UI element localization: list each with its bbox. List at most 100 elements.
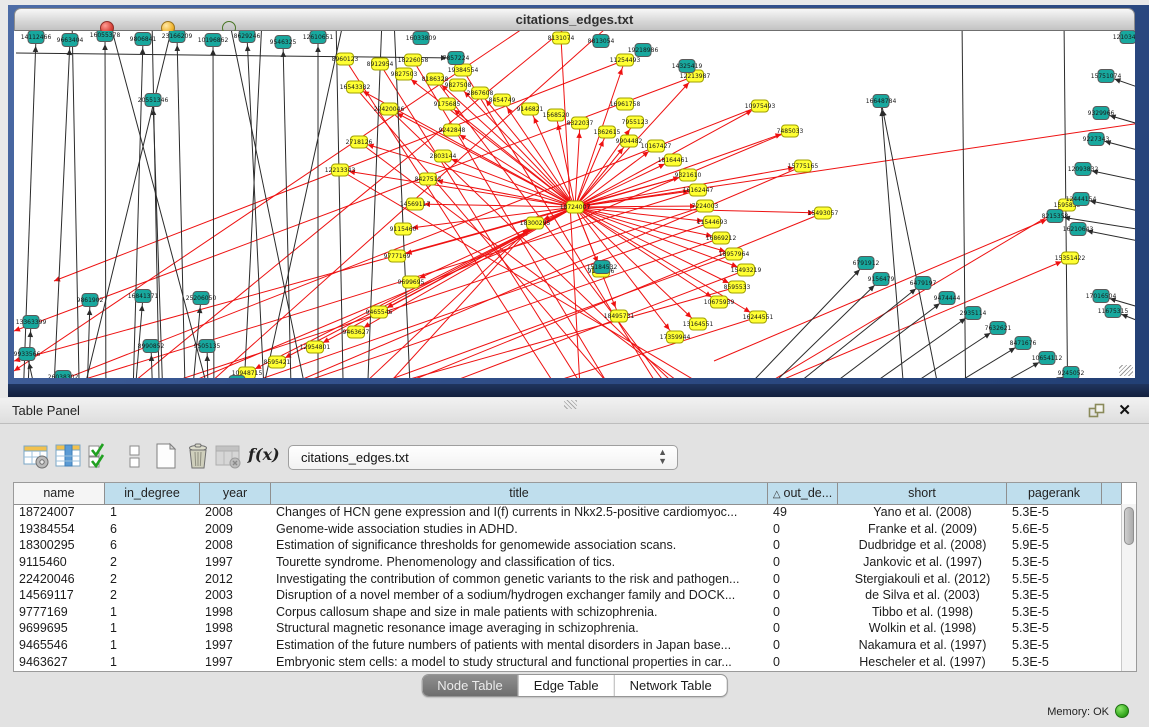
table-cell[interactable]: Nakamura et al. (1997) bbox=[838, 638, 1007, 652]
table-cell[interactable]: 2012 bbox=[200, 572, 271, 586]
new-column-icon[interactable] bbox=[152, 442, 180, 470]
graph-node[interactable]: 9329966 bbox=[1088, 107, 1115, 120]
scrollbar-thumb[interactable] bbox=[1124, 507, 1134, 545]
graph-node[interactable]: 9546325 bbox=[270, 36, 297, 49]
table-cell[interactable]: 9777169 bbox=[14, 605, 105, 619]
graph-node[interactable]: 8813054 bbox=[588, 35, 615, 48]
table-cell[interactable]: 5.9E-5 bbox=[1007, 538, 1102, 552]
function-builder-icon[interactable]: f(x) bbox=[248, 445, 276, 473]
graph-edge[interactable] bbox=[175, 36, 186, 378]
graph-edge[interactable] bbox=[881, 101, 947, 378]
graph-edge[interactable] bbox=[959, 31, 966, 378]
table-cell[interactable]: 1997 bbox=[200, 638, 271, 652]
table-cell[interactable]: Wolkin et al. (1998) bbox=[838, 621, 1007, 635]
graph-edge[interactable] bbox=[690, 263, 866, 378]
column-header-name[interactable]: name bbox=[14, 483, 105, 504]
graph-node[interactable]: 16648784 bbox=[866, 95, 897, 108]
graph-node[interactable]: 8471676 bbox=[1010, 337, 1037, 350]
graph-edge[interactable] bbox=[359, 142, 575, 207]
table-cell[interactable]: 2008 bbox=[200, 505, 271, 519]
close-panel-icon[interactable]: ✕ bbox=[1118, 401, 1131, 419]
network-view-canvas[interactable]: 1872400718300295896012389129541822605898… bbox=[14, 31, 1135, 378]
table-cell[interactable]: 0 bbox=[768, 588, 838, 602]
table-row[interactable]: 1830029562008Estimation of significance … bbox=[14, 537, 1121, 554]
graph-node[interactable]: 10654112 bbox=[1032, 352, 1063, 365]
graph-edge[interactable] bbox=[69, 31, 80, 378]
table-row[interactable]: 911546021997Tourette syndrome. Phenomeno… bbox=[14, 554, 1121, 571]
graph-node[interactable]: 16210643 bbox=[1063, 223, 1094, 236]
graph-node[interactable]: 9242848 bbox=[439, 124, 466, 136]
graph-node[interactable]: 2935114 bbox=[960, 307, 987, 320]
table-cell[interactable]: 2 bbox=[105, 555, 200, 569]
table-cell[interactable]: Structural magnetic resonance image aver… bbox=[271, 621, 768, 635]
graph-node[interactable]: 9115460 bbox=[390, 223, 417, 235]
graph-edge[interactable] bbox=[458, 85, 575, 207]
column-header-pagerank[interactable]: pagerank bbox=[1007, 483, 1102, 504]
table-cell[interactable]: 9699695 bbox=[14, 621, 105, 635]
graph-edge[interactable] bbox=[154, 287, 737, 378]
table-cell[interactable]: 5.3E-5 bbox=[1007, 638, 1102, 652]
column-header-out_de[interactable]: △out_de... bbox=[768, 483, 838, 504]
graph-node[interactable]: 16961758 bbox=[610, 98, 641, 110]
graph-node[interactable]: 12103454 bbox=[1113, 31, 1135, 44]
table-cell[interactable]: 0 bbox=[768, 522, 838, 536]
table-cell[interactable]: Embryonic stem cells: a model to study s… bbox=[271, 655, 768, 669]
delete-columns-icon[interactable] bbox=[184, 442, 212, 470]
table-cell[interactable]: Yano et al. (2008) bbox=[838, 505, 1007, 519]
table-cell[interactable]: 1 bbox=[105, 505, 200, 519]
graph-edge[interactable] bbox=[134, 166, 803, 378]
graph-node[interactable]: 10675939 bbox=[704, 296, 735, 308]
tab-edge-table[interactable]: Edge Table bbox=[518, 675, 614, 696]
table-row[interactable]: 977716911998Corpus callosum shape and si… bbox=[14, 604, 1121, 621]
table-cell[interactable]: 5.3E-5 bbox=[1007, 621, 1102, 635]
table-cell[interactable]: 5.5E-5 bbox=[1007, 572, 1102, 586]
graph-node[interactable]: 2718126 bbox=[346, 136, 373, 148]
graph-node[interactable]: 1362615 bbox=[594, 126, 621, 138]
table-cell[interactable]: Estimation of the future numbers of pati… bbox=[271, 638, 768, 652]
table-cell[interactable]: 9465546 bbox=[14, 638, 105, 652]
table-cell[interactable]: 49 bbox=[768, 505, 838, 519]
graph-edge[interactable] bbox=[277, 207, 575, 362]
split-pane-grip[interactable] bbox=[564, 400, 577, 409]
table-cell[interactable]: 5.3E-5 bbox=[1007, 588, 1102, 602]
graph-node[interactable]: 8629246 bbox=[234, 31, 261, 43]
graph-edge[interactable] bbox=[102, 35, 108, 378]
graph-edge[interactable] bbox=[704, 279, 881, 378]
table-cell[interactable]: 5.3E-5 bbox=[1007, 555, 1102, 569]
table-row[interactable]: 946362711997Embryonic stem cells: a mode… bbox=[14, 653, 1121, 670]
table-cell[interactable]: Changes of HCN gene expression and I(f) … bbox=[271, 505, 768, 519]
table-cell[interactable]: Estimation of significance thresholds fo… bbox=[271, 538, 768, 552]
graph-node[interactable]: 20551346 bbox=[138, 94, 169, 107]
graph-node[interactable]: 6791912 bbox=[853, 257, 880, 270]
table-cell[interactable]: Stergiakouli et al. (2012) bbox=[838, 572, 1007, 586]
graph-node[interactable]: 10196862 bbox=[198, 34, 229, 47]
graph-node[interactable]: 12093832 bbox=[1068, 163, 1099, 176]
table-cell[interactable]: 19384554 bbox=[14, 522, 105, 536]
graph-node[interactable]: 16033809 bbox=[406, 32, 437, 45]
table-cell[interactable]: de Silva et al. (2003) bbox=[838, 588, 1007, 602]
graph-node[interactable]: 9827503 bbox=[391, 68, 418, 80]
table-cell[interactable]: 0 bbox=[768, 638, 838, 652]
table-cell[interactable]: 0 bbox=[768, 572, 838, 586]
table-cell[interactable]: Dudbridge et al. (2008) bbox=[838, 538, 1007, 552]
graph-edge[interactable] bbox=[575, 207, 734, 254]
table-cell[interactable]: 1 bbox=[105, 638, 200, 652]
table-row[interactable]: 1938455462009Genome-wide association stu… bbox=[14, 521, 1121, 538]
graph-node[interactable]: 8131074 bbox=[548, 32, 575, 44]
graph-edge[interactable] bbox=[189, 298, 202, 378]
table-cell[interactable]: 1997 bbox=[200, 555, 271, 569]
graph-node[interactable]: 9663404 bbox=[57, 34, 84, 47]
column-header-year[interactable]: year bbox=[200, 483, 271, 504]
table-cell[interactable]: 1 bbox=[105, 621, 200, 635]
graph-node[interactable]: 9156479 bbox=[868, 273, 895, 286]
table-cell[interactable]: 1998 bbox=[200, 621, 271, 635]
table-cell[interactable]: 2003 bbox=[200, 588, 271, 602]
table-cell[interactable]: 6 bbox=[105, 538, 200, 552]
graph-node[interactable]: 17016504 bbox=[1086, 290, 1117, 303]
graph-node[interactable]: 6479197 bbox=[910, 277, 937, 290]
table-cell[interactable]: Jankovic et al. (1997) bbox=[838, 555, 1007, 569]
show-columns-icon[interactable] bbox=[54, 442, 82, 470]
graph-edge[interactable] bbox=[714, 216, 1055, 361]
table-row[interactable]: 2242004622012Investigating the contribut… bbox=[14, 570, 1121, 587]
table-cell[interactable]: 5.3E-5 bbox=[1007, 655, 1102, 669]
